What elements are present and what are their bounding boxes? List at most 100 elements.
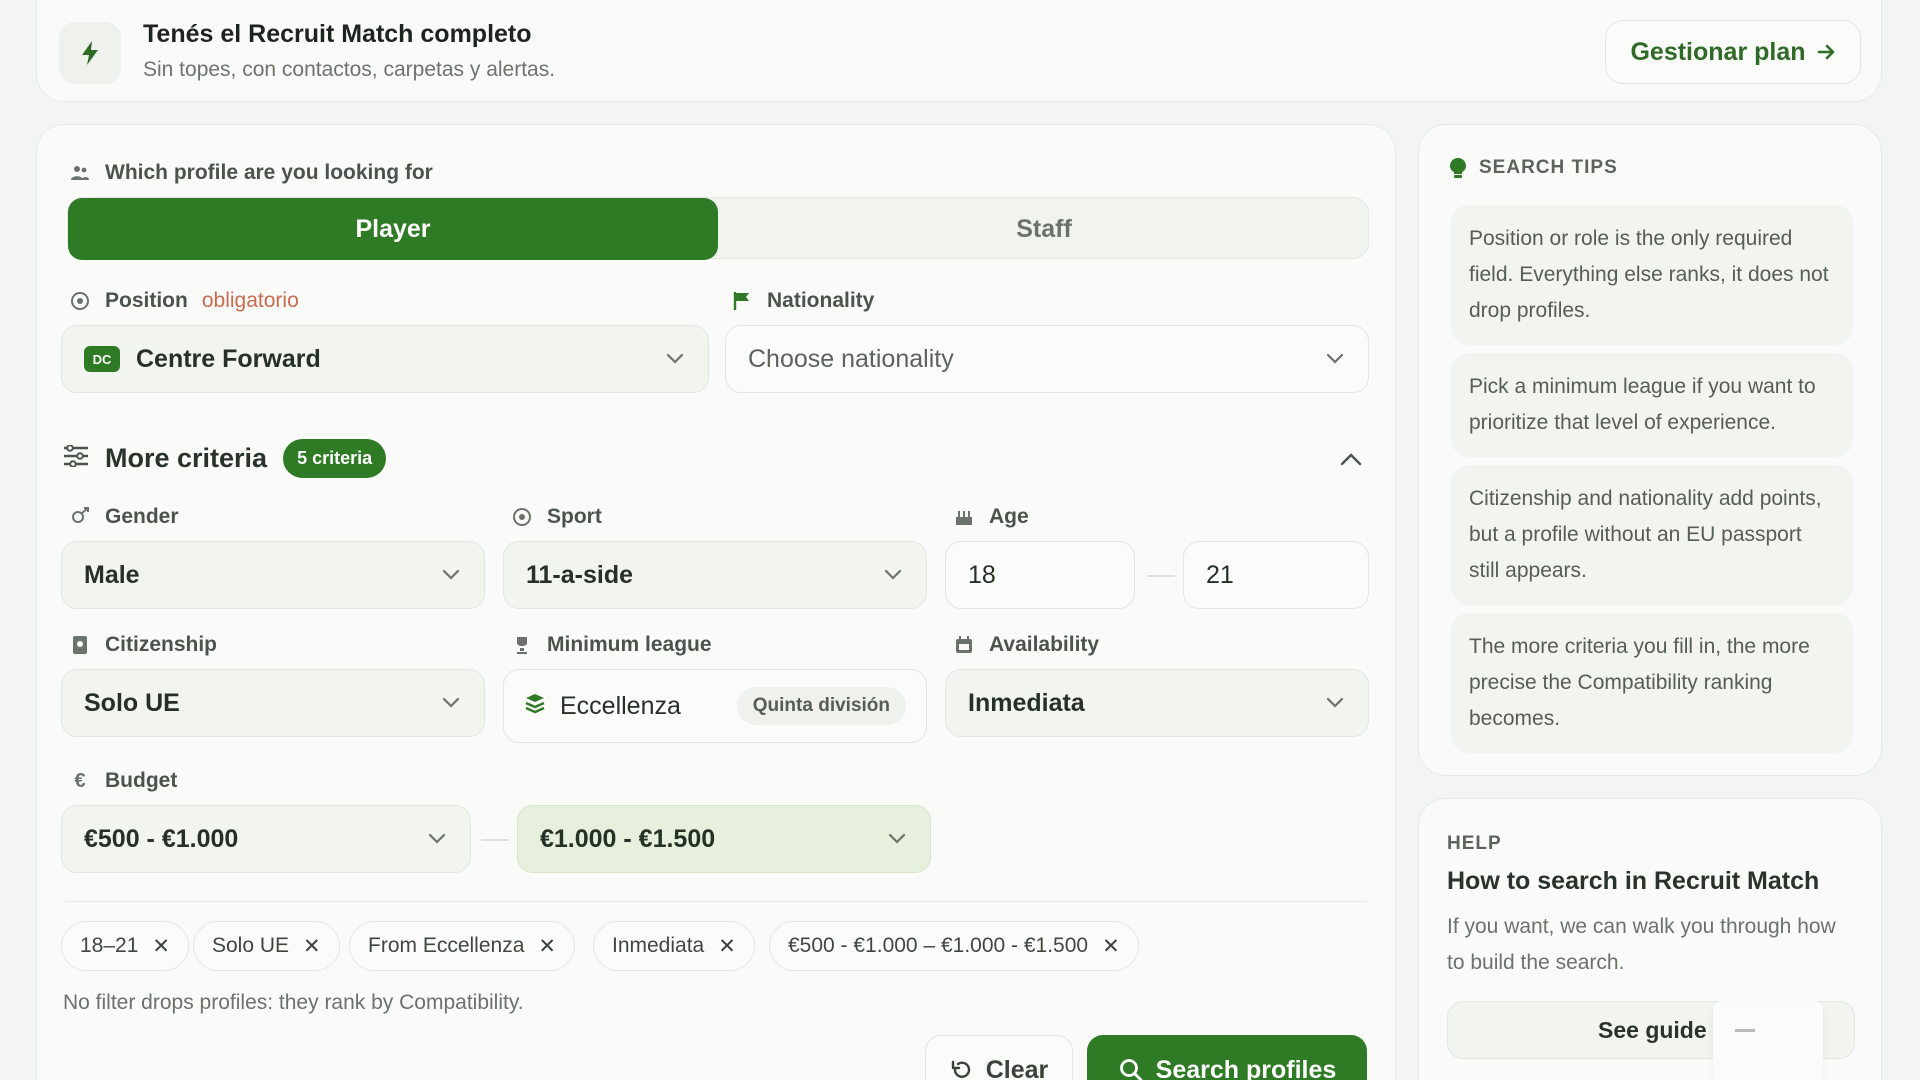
chip-label: From Eccellenza bbox=[368, 934, 525, 957]
sport-label-row: Sport bbox=[511, 505, 602, 529]
clear-label: Clear bbox=[985, 1055, 1049, 1080]
filter-chip-budget[interactable]: €500 - €1.000 – €1.000 - €1.500 ✕ bbox=[769, 921, 1139, 971]
close-icon[interactable]: ✕ bbox=[152, 934, 170, 959]
more-criteria-label: More criteria bbox=[105, 443, 268, 473]
section-divider bbox=[65, 901, 1367, 902]
chevron-down-icon bbox=[664, 348, 686, 370]
availability-value: Inmediata bbox=[968, 688, 1085, 717]
filter-chip-availability[interactable]: Inmediata ✕ bbox=[593, 921, 755, 971]
min-league-select[interactable]: Eccellenza Quinta división bbox=[503, 669, 927, 743]
close-icon[interactable]: ✕ bbox=[303, 934, 321, 959]
euro-icon: € bbox=[74, 769, 86, 792]
undo-icon bbox=[951, 1060, 970, 1078]
min-league-value: Eccellenza bbox=[560, 691, 681, 720]
tab-staff[interactable]: Staff bbox=[718, 198, 1370, 260]
help-kicker: HELP bbox=[1447, 833, 1502, 854]
availability-select[interactable]: Inmediata bbox=[945, 669, 1369, 737]
help-card: HELP How to search in Recruit Match If y… bbox=[1418, 798, 1882, 1080]
manage-plan-button[interactable]: Gestionar plan bbox=[1605, 20, 1861, 84]
plan-banner: Tenés el Recruit Match completo Sin tope… bbox=[36, 0, 1882, 102]
lightbulb-icon bbox=[1450, 158, 1466, 178]
profile-label: Which profile are you looking for bbox=[105, 161, 433, 184]
min-league-label-row: Minimum league bbox=[511, 633, 712, 657]
chip-label: 18–21 bbox=[80, 934, 139, 957]
availability-label-row: Availability bbox=[953, 633, 1099, 657]
chevron-down-icon bbox=[440, 692, 462, 714]
tip-item: The more criteria you fill in, the more … bbox=[1451, 613, 1853, 753]
search-tips-card: SEARCH TIPS Position or role is the only… bbox=[1418, 124, 1882, 776]
help-title: How to search in Recruit Match bbox=[1447, 867, 1820, 895]
chevron-down-icon bbox=[440, 564, 462, 586]
calendar-icon bbox=[953, 634, 975, 656]
age-max-input[interactable]: 21 bbox=[1183, 541, 1369, 609]
users-icon bbox=[69, 162, 91, 184]
floating-panel bbox=[1713, 1001, 1823, 1080]
min-league-label: Minimum league bbox=[547, 633, 712, 656]
profile-label-row: Which profile are you looking for bbox=[69, 161, 433, 185]
close-icon[interactable]: ✕ bbox=[1102, 934, 1120, 959]
criteria-count-badge: 5 criteria bbox=[283, 439, 387, 478]
bolt-icon bbox=[59, 22, 121, 84]
search-profiles-button[interactable]: Search profiles bbox=[1087, 1035, 1367, 1080]
position-select[interactable]: DC Centre Forward bbox=[61, 325, 709, 393]
banner-title: Tenés el Recruit Match completo bbox=[143, 20, 532, 48]
age-label-row: Age bbox=[953, 505, 1029, 529]
filter-chip-citizenship[interactable]: Solo UE ✕ bbox=[193, 921, 340, 971]
nationality-value: Choose nationality bbox=[748, 344, 954, 373]
chevron-up-icon[interactable] bbox=[1335, 443, 1367, 475]
gender-select[interactable]: Male bbox=[61, 541, 485, 609]
position-value: Centre Forward bbox=[136, 344, 321, 373]
manage-plan-label: Gestionar plan bbox=[1630, 37, 1806, 66]
tab-player[interactable]: Player bbox=[68, 198, 718, 260]
required-tag: obligatorio bbox=[201, 289, 299, 312]
budget-label-row: € Budget bbox=[69, 769, 177, 793]
clear-button[interactable]: Clear bbox=[925, 1035, 1073, 1080]
gender-label-row: Gender bbox=[69, 505, 179, 529]
budget-range-dash bbox=[481, 839, 509, 841]
age-label: Age bbox=[989, 505, 1029, 528]
gender-icon bbox=[69, 506, 91, 528]
chevron-down-icon bbox=[1324, 692, 1346, 714]
banner-subtitle: Sin topes, con contactos, carpetas y ale… bbox=[143, 58, 556, 81]
chevron-down-icon bbox=[886, 828, 908, 850]
sport-select[interactable]: 11-a-side bbox=[503, 541, 927, 609]
search-card: Which profile are you looking for Player… bbox=[36, 124, 1396, 1080]
filter-chip-league[interactable]: From Eccellenza ✕ bbox=[349, 921, 575, 971]
gender-label: Gender bbox=[105, 505, 179, 528]
minus-icon bbox=[1735, 1029, 1755, 1032]
search-profiles-label: Search profiles bbox=[1155, 1055, 1337, 1080]
sliders-icon bbox=[63, 444, 89, 472]
nationality-label-row: Nationality bbox=[731, 289, 874, 313]
age-min-input[interactable]: 18 bbox=[945, 541, 1135, 609]
search-icon bbox=[1119, 1059, 1143, 1080]
citizenship-label-row: Citizenship bbox=[69, 633, 217, 657]
availability-label: Availability bbox=[989, 633, 1100, 656]
position-label: Position bbox=[105, 289, 188, 312]
tip-item: Pick a minimum league if you want to pri… bbox=[1451, 353, 1853, 457]
tip-item: Position or role is the only required fi… bbox=[1451, 205, 1853, 345]
filter-note: No filter drops profiles: they rank by C… bbox=[63, 991, 524, 1014]
chip-label: Inmediata bbox=[612, 934, 705, 957]
position-code-badge: DC bbox=[84, 346, 120, 372]
position-label-row: Position obligatorio bbox=[69, 289, 299, 313]
budget-min-select[interactable]: €500 - €1.000 bbox=[61, 805, 471, 873]
chevron-down-icon bbox=[426, 828, 448, 850]
citizenship-select[interactable]: Solo UE bbox=[61, 669, 485, 737]
budget-max-select[interactable]: €1.000 - €1.500 bbox=[517, 805, 931, 873]
tip-item: Citizenship and nationality add points, … bbox=[1451, 465, 1853, 605]
close-icon[interactable]: ✕ bbox=[538, 934, 556, 959]
close-icon[interactable]: ✕ bbox=[718, 934, 736, 959]
ball-icon bbox=[511, 506, 533, 528]
more-criteria-header[interactable]: More criteria 5 criteria bbox=[63, 439, 387, 478]
budget-max-value: €1.000 - €1.500 bbox=[540, 824, 716, 853]
age-range-dash bbox=[1147, 575, 1175, 577]
profile-toggle: Player Staff bbox=[67, 197, 1370, 260]
gender-value: Male bbox=[84, 560, 140, 589]
chevron-down-icon bbox=[1324, 348, 1346, 370]
tips-title: SEARCH TIPS bbox=[1479, 157, 1618, 178]
filter-chip-age[interactable]: 18–21 ✕ bbox=[61, 921, 190, 971]
tips-title-row: SEARCH TIPS bbox=[1449, 157, 1618, 179]
nationality-select[interactable]: Choose nationality bbox=[725, 325, 1369, 393]
arrow-right-icon bbox=[1817, 44, 1834, 60]
nationality-label: Nationality bbox=[767, 289, 875, 312]
